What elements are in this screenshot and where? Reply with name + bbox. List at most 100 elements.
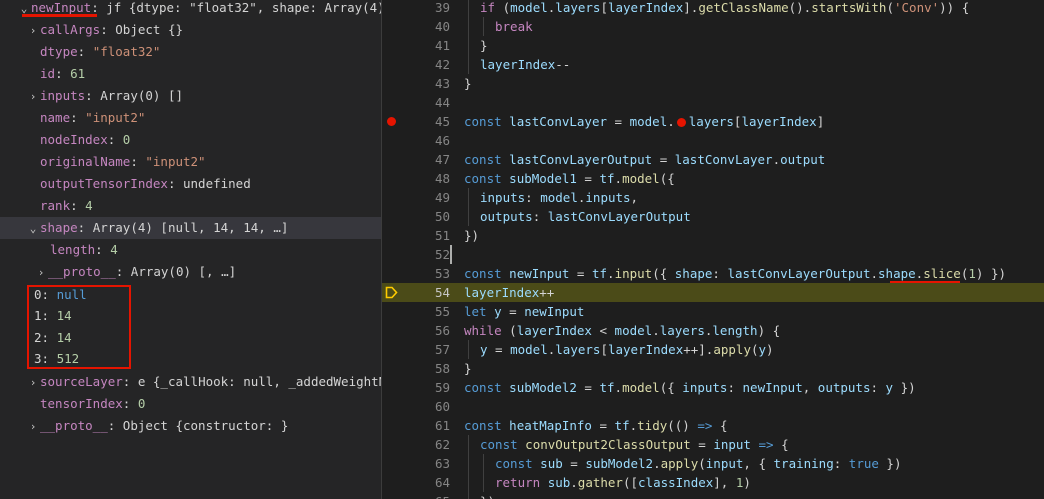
code-text: }: [464, 361, 472, 376]
line-number: 58: [434, 361, 450, 376]
code-line[interactable]: 56 while (layerIndex < model.layers.leng…: [382, 321, 1044, 340]
code-text: break: [495, 19, 533, 34]
variable-value: 0: [137, 396, 146, 411]
inline-breakpoint-icon[interactable]: [676, 118, 686, 127]
variable-row-shape[interactable]: ⌄ shape: Array(4) [null, 14, 14, …]: [0, 217, 381, 239]
variable-row-tensorIndex[interactable]: tensorIndex: 0: [0, 393, 381, 415]
code-line[interactable]: 46: [382, 131, 1044, 150]
variable-name: outputTensorIndex: [40, 176, 168, 191]
variable-row-nodeIndex[interactable]: nodeIndex: 0: [0, 129, 381, 151]
code-text: outputs: lastConvLayerOutput: [480, 209, 691, 224]
line-number: 62: [434, 437, 450, 452]
line-number: 48: [434, 171, 450, 186]
variable-row-id[interactable]: id: 61: [0, 63, 381, 85]
code-line[interactable]: 61 const heatMapInfo = tf.tidy(() => {: [382, 416, 1044, 435]
code-line[interactable]: 59 const subModel2 = tf.model({ inputs: …: [382, 378, 1044, 397]
chevron-right-icon[interactable]: ›: [26, 86, 40, 107]
variable-row-object-proto[interactable]: › __proto__: Object {constructor: }: [0, 415, 381, 437]
line-number: 61: [434, 418, 450, 433]
code-line[interactable]: 42 layerIndex--: [382, 55, 1044, 74]
line-number: 57: [434, 342, 450, 357]
line-number: 49: [434, 190, 450, 205]
variable-name: nodeIndex: [40, 132, 108, 147]
code-line[interactable]: 57 y = model.layers[layerIndex++].apply(…: [382, 340, 1044, 359]
chevron-right-icon[interactable]: ›: [26, 20, 40, 41]
code-editor[interactable]: 39 if (model.layers[layerIndex].getClass…: [382, 0, 1044, 499]
code-line[interactable]: 51 }): [382, 226, 1044, 245]
variable-row-inputs[interactable]: › inputs: Array(0) []: [0, 85, 381, 107]
variable-row-name[interactable]: name: "input2": [0, 107, 381, 129]
code-text: const lastConvLayerOutput = lastConvLaye…: [464, 152, 826, 167]
variable-row-array-proto[interactable]: › __proto__: Array(0) [, …]: [0, 261, 381, 283]
variable-value: Object {constructor: }: [122, 418, 289, 433]
variable-name: name: [40, 110, 71, 125]
code-line[interactable]: 52: [382, 245, 1044, 264]
red-underline-annotation: [22, 14, 97, 17]
variable-row-outputTensorIndex[interactable]: outputTensorIndex: undefined: [0, 173, 381, 195]
variable-name: id: [40, 66, 56, 81]
code-line[interactable]: 48 const subModel1 = tf.model({: [382, 169, 1044, 188]
line-number: 45: [434, 114, 450, 129]
separator: :: [77, 44, 93, 59]
variable-name: __proto__: [40, 418, 108, 433]
separator: :: [107, 418, 123, 433]
code-text: const lastConvLayer = model. layers[layer…: [464, 114, 825, 129]
variable-row-length[interactable]: length: 4: [0, 239, 381, 261]
code-line[interactable]: 47 const lastConvLayerOutput = lastConvL…: [382, 150, 1044, 169]
code-line-breakpoint[interactable]: 45 const lastConvLayer = model. layers[la…: [382, 112, 1044, 131]
code-line[interactable]: 41 }: [382, 36, 1044, 55]
code-line[interactable]: 44: [382, 93, 1044, 112]
code-text: }: [464, 76, 472, 91]
code-line[interactable]: 65 }): [382, 492, 1044, 499]
code-line[interactable]: 64 return sub.gather([classIndex], 1): [382, 473, 1044, 492]
chevron-right-icon[interactable]: ›: [34, 262, 48, 283]
code-line[interactable]: 40 break: [382, 17, 1044, 36]
code-line[interactable]: 43 }: [382, 74, 1044, 93]
separator: :: [70, 198, 86, 213]
variable-row-sourceLayer[interactable]: › sourceLayer: e {_callHook: null, _added…: [0, 371, 381, 393]
variable-value: 4: [85, 198, 93, 213]
line-number: 59: [434, 380, 450, 395]
code-line[interactable]: 39 if (model.layers[layerIndex].getClass…: [382, 0, 1044, 17]
variable-row-dtype[interactable]: dtype: "float32": [0, 41, 381, 63]
chevron-down-icon[interactable]: ⌄: [26, 218, 40, 239]
separator: :: [95, 242, 111, 257]
code-line[interactable]: 50 outputs: lastConvLayerOutput: [382, 207, 1044, 226]
code-line[interactable]: 60: [382, 397, 1044, 416]
code-text: inputs: model.inputs,: [480, 190, 639, 205]
variable-value: "float32": [92, 44, 161, 59]
line-number: 46: [434, 133, 450, 148]
text-cursor: [450, 245, 452, 264]
chevron-right-icon[interactable]: ›: [26, 372, 40, 393]
line-number: 51: [434, 228, 450, 243]
variable-name: rank: [40, 198, 71, 213]
line-number: 52: [434, 247, 450, 262]
variable-value: Array(0) []: [100, 88, 184, 103]
code-line[interactable]: 58 }: [382, 359, 1044, 378]
code-line[interactable]: 62 const convOutput2ClassOutput = input …: [382, 435, 1044, 454]
line-number: 40: [434, 19, 450, 34]
code-text: const sub = subModel2.apply(input, { tra…: [495, 456, 902, 471]
chevron-right-icon[interactable]: ›: [26, 416, 40, 437]
variable-value: jf {dtype: "float32", shape: Array(4)…: [106, 0, 381, 15]
line-number: 56: [434, 323, 450, 338]
line-number: 55: [434, 304, 450, 319]
variable-row-originalName[interactable]: originalName: "input2": [0, 151, 381, 173]
variable-value: 61: [70, 66, 86, 81]
line-number: 60: [434, 399, 450, 414]
variable-value: "input2": [85, 110, 146, 125]
line-number: 50: [434, 209, 450, 224]
variable-name: inputs: [40, 88, 86, 103]
line-number: 64: [434, 475, 450, 490]
code-line[interactable]: 63 const sub = subModel2.apply(input, { …: [382, 454, 1044, 473]
variable-row-callArgs[interactable]: › callArgs: Object {}: [0, 19, 381, 41]
separator: :: [77, 220, 93, 235]
variable-name: newInput: [31, 0, 92, 15]
code-line[interactable]: 49 inputs: model.inputs,: [382, 188, 1044, 207]
variable-value: Object {}: [115, 22, 184, 37]
code-line-current[interactable]: 54 layerIndex++: [382, 283, 1044, 302]
variable-value: undefined: [183, 176, 251, 191]
variable-row-rank[interactable]: rank: 4: [0, 195, 381, 217]
code-line[interactable]: 55 let y = newInput: [382, 302, 1044, 321]
separator: :: [122, 374, 138, 389]
